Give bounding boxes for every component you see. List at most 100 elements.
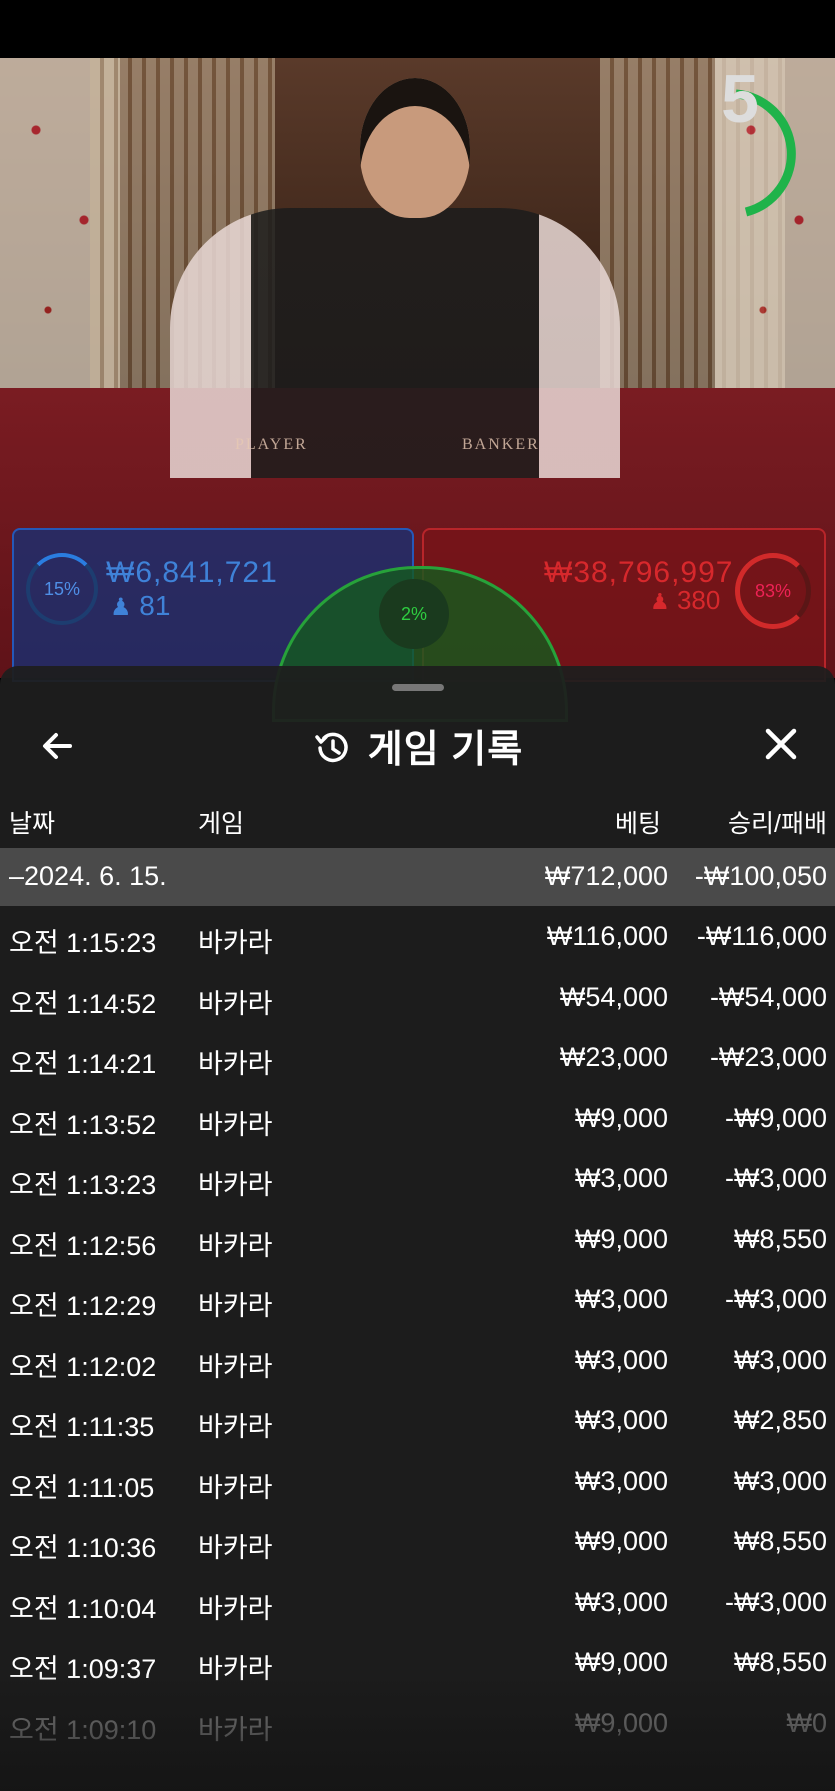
- row-game: 바카라: [198, 1533, 273, 1563]
- row-win-loss: -₩9,000: [724, 1102, 827, 1133]
- close-icon: [765, 728, 797, 760]
- column-date: 날짜: [9, 810, 56, 838]
- history-row[interactable]: 오전 1:09:37 바카라 ₩9,000 ₩8,550: [0, 1634, 835, 1695]
- banker-count: ♟ 380: [650, 585, 720, 616]
- row-bet: ₩9,000: [574, 1102, 668, 1133]
- row-win-loss: ₩0: [786, 1707, 828, 1738]
- history-row[interactable]: 오전 1:14:52 바카라 ₩54,000 -₩54,000: [0, 969, 835, 1030]
- row-bet: ₩3,000: [574, 1586, 668, 1617]
- row-game: 바카라: [198, 1109, 273, 1140]
- tie-percent-ring: 2%: [379, 579, 449, 649]
- history-row[interactable]: 오전 1:13:52 바카라 ₩9,000 -₩9,000: [0, 1090, 835, 1151]
- player-count: ♟ 81: [110, 590, 170, 622]
- banker-percent-ring: 83%: [735, 553, 811, 629]
- row-time: 오전 1:12:02: [9, 1351, 157, 1382]
- countdown-number: 5: [721, 61, 759, 137]
- history-row[interactable]: 오전 1:12:29 바카라 ₩3,000 -₩3,000: [0, 1271, 835, 1332]
- row-game: 바카라: [198, 1472, 273, 1503]
- row-time: 오전 1:10:04: [9, 1593, 157, 1624]
- row-bet: ₩9,000: [574, 1647, 668, 1677]
- sheet-header: 게임 기록: [0, 706, 835, 786]
- user-icon: ♟: [650, 589, 670, 614]
- row-bet: ₩9,000: [574, 1707, 668, 1738]
- history-row[interactable]: 오전 1:11:35 바카라 ₩3,000 ₩2,850: [0, 1392, 835, 1453]
- row-game: 바카라: [198, 1291, 273, 1321]
- row-win-loss: -₩116,000: [696, 921, 827, 951]
- row-time: 오전 1:13:23: [9, 1170, 157, 1200]
- row-game: 바카라: [198, 1654, 273, 1684]
- column-win-loss: 승리/패배: [728, 810, 827, 838]
- row-game: 바카라: [198, 1593, 273, 1624]
- date-group-date: –2024. 6. 15.: [9, 861, 167, 891]
- sheet-drag-handle[interactable]: [392, 684, 444, 691]
- player-count-value: 81: [139, 590, 171, 621]
- row-win-loss: -₩3,000: [724, 1163, 827, 1193]
- row-bet: ₩3,000: [574, 1163, 668, 1193]
- row-win-loss: ₩3,000: [733, 1344, 827, 1375]
- row-win-loss: ₩8,550: [733, 1526, 827, 1556]
- history-row[interactable]: 오전 1:14:21 바카라 ₩23,000 -₩23,000: [0, 1029, 835, 1090]
- row-bet: ₩54,000: [559, 981, 668, 1012]
- date-group-total-bet: ₩712,000: [544, 861, 668, 891]
- row-time: 오전 1:09:10: [9, 1714, 157, 1745]
- felt-banker-label: BANKER: [462, 436, 540, 453]
- column-bet: 베팅: [614, 810, 661, 838]
- sheet-title: 게임 기록: [0, 718, 835, 773]
- row-game: 바카라: [198, 1714, 273, 1745]
- row-bet: ₩9,000: [574, 1526, 668, 1556]
- row-game: 바카라: [198, 988, 273, 1019]
- column-headers: 날짜 게임 베팅 승리/패배: [0, 796, 835, 842]
- history-row[interactable]: 오전 1:10:04 바카라 ₩3,000 -₩3,000: [0, 1574, 835, 1635]
- row-time: 오전 1:14:21: [9, 1049, 157, 1079]
- row-win-loss: -₩54,000: [709, 981, 827, 1012]
- user-icon: ♟: [110, 594, 132, 621]
- game-history-sheet: 게임 기록 날짜 게임 베팅 승리/패배 –2024. 6. 15. ₩712,…: [0, 666, 835, 1791]
- row-game: 바카라: [198, 1170, 273, 1200]
- row-time: 오전 1:15:23: [9, 928, 157, 958]
- column-game: 게임: [198, 810, 245, 838]
- history-row[interactable]: 오전 1:12:56 바카라 ₩9,000 ₩8,550: [0, 1211, 835, 1272]
- history-row[interactable]: 오전 1:15:23 바카라 ₩116,000 -₩116,000: [0, 908, 835, 969]
- player-percent: 15%: [43, 578, 81, 599]
- row-time: 오전 1:14:52: [9, 988, 157, 1019]
- row-time: 오전 1:10:36: [9, 1533, 157, 1563]
- date-group-row[interactable]: –2024. 6. 15. ₩712,000 -₩100,050: [0, 848, 835, 906]
- row-game: 바카라: [198, 1351, 273, 1382]
- close-button[interactable]: [759, 722, 803, 766]
- banker-percent: 83%: [754, 580, 792, 601]
- row-win-loss: -₩23,000: [709, 1042, 827, 1072]
- history-row[interactable]: 오전 1:09:10 바카라 ₩9,000 ₩0: [0, 1695, 835, 1756]
- dealer-head: [360, 78, 470, 218]
- row-bet: ₩116,000: [546, 921, 668, 951]
- row-game: 바카라: [198, 1412, 273, 1442]
- felt-player-label: PLAYER: [235, 436, 308, 453]
- row-win-loss: ₩8,550: [733, 1647, 827, 1677]
- row-game: 바카라: [198, 928, 273, 958]
- row-win-loss: ₩2,850: [733, 1405, 827, 1435]
- history-row[interactable]: 오전 1:12:02 바카라 ₩3,000 ₩3,000: [0, 1332, 835, 1393]
- row-bet: ₩9,000: [574, 1223, 668, 1254]
- sheet-title-text: 게임 기록: [367, 729, 524, 771]
- row-time: 오전 1:11:35: [9, 1412, 155, 1442]
- row-time: 오전 1:11:05: [9, 1472, 155, 1503]
- history-row[interactable]: 오전 1:13:23 바카라 ₩3,000 -₩3,000: [0, 1150, 835, 1211]
- row-win-loss: ₩3,000: [733, 1465, 827, 1496]
- banker-count-value: 380: [676, 585, 721, 615]
- row-bet: ₩3,000: [574, 1284, 668, 1314]
- history-clock-icon: [315, 732, 348, 763]
- row-bet: ₩3,000: [574, 1405, 668, 1435]
- row-win-loss: -₩3,000: [724, 1284, 827, 1314]
- history-row[interactable]: 오전 1:11:05 바카라 ₩3,000 ₩3,000: [0, 1453, 835, 1514]
- row-game: 바카라: [198, 1049, 273, 1079]
- tie-percent: 2%: [400, 603, 427, 624]
- player-bet-amount: ₩6,841,721: [106, 556, 278, 589]
- history-list: 오전 1:15:23 바카라 ₩116,000 -₩116,000 오전 1:14:5…: [0, 908, 835, 1755]
- row-game: 바카라: [198, 1230, 273, 1261]
- row-time: 오전 1:12:29: [9, 1291, 157, 1321]
- history-row[interactable]: 오전 1:10:36 바카라 ₩9,000 ₩8,550: [0, 1513, 835, 1574]
- date-group-total-win-loss: -₩100,050: [694, 861, 827, 891]
- player-percent-ring: 15%: [26, 553, 98, 625]
- row-time: 오전 1:13:52: [9, 1109, 157, 1140]
- row-bet: ₩3,000: [574, 1465, 668, 1496]
- row-time: 오전 1:12:56: [9, 1230, 157, 1261]
